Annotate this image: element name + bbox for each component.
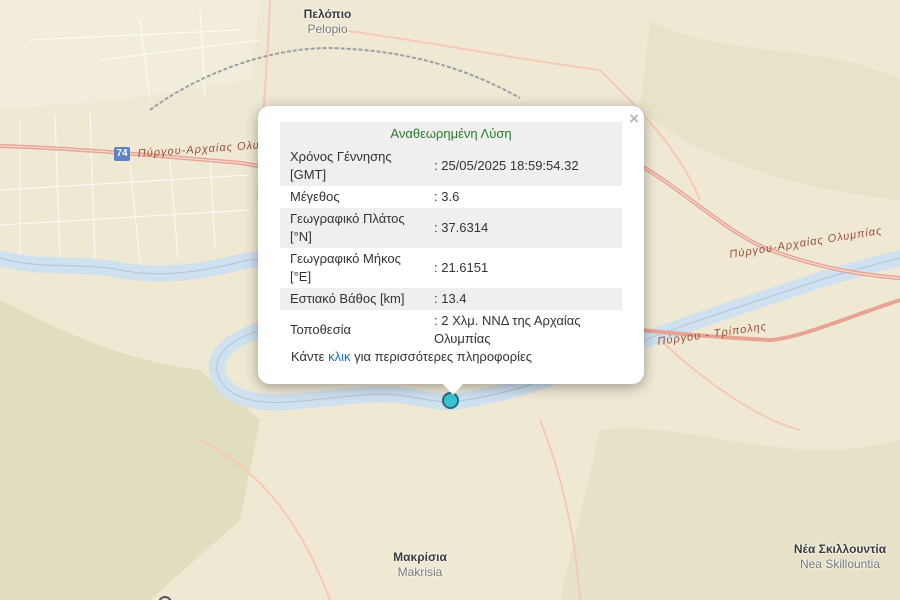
row-label: Τοποθεσία: [290, 322, 352, 337]
row-label: Εστιακό Βάθος [km]: [280, 288, 426, 310]
popup-tip: [443, 384, 463, 395]
popup-title: Αναθεωρημένη Λύση: [280, 122, 622, 146]
place-makrisia: Μακρίσια Makrisia: [380, 550, 460, 580]
popup-info-table: Αναθεωρημένη Λύση Χρόνος Γέννησης [GMT] …: [280, 122, 622, 350]
place-nea-skillountia: Νέα Σκιλλουντία Nea Skillountia: [780, 542, 900, 572]
earthquake-info-popup: × Αναθεωρημένη Λύση Χρόνος Γέννησης [GMT…: [258, 106, 644, 395]
table-row: Χρόνος Γέννησης [GMT] : 25/05/2025 18:59…: [280, 146, 622, 186]
more-info-prefix: Κάντε: [291, 349, 329, 364]
row-value: : 25/05/2025 18:59:54.32: [426, 146, 622, 186]
more-info-text: Κάντε κλικ για περισσότερες πληροφορίες: [291, 349, 532, 364]
route-74-shield: 74: [114, 147, 130, 161]
map-view[interactable]: Πύργου-Αρχαίας Ολυ Πύργου-Αρχαίας Ολυμπί…: [0, 0, 900, 600]
close-icon[interactable]: ×: [629, 110, 639, 128]
place-pelopio: Πελόπιο Pelopio: [295, 7, 360, 37]
row-value: : 37.6314: [426, 208, 622, 248]
place-name-gr: Μακρίσια: [393, 550, 447, 564]
place-name-lat: Nea Skillountia: [799, 557, 881, 571]
table-row: Εστιακό Βάθος [km] : 13.4: [280, 288, 622, 310]
row-value: : 21.6151: [434, 260, 489, 275]
more-info-link[interactable]: κλικ: [328, 349, 350, 364]
table-row: Τοποθεσία : 2 Χλμ. ΝΝΔ της Αρχαίας Ολυμπ…: [280, 310, 622, 350]
table-row: Γεωγραφικό Πλάτος [°N] : 37.6314: [280, 208, 622, 248]
place-name-lat: Makrisia: [397, 565, 443, 579]
more-info-suffix: για περισσότερες πληροφορίες: [350, 349, 533, 364]
row-label: Γεωγραφικό Πλάτος [°N]: [280, 208, 426, 248]
row-label: Χρόνος Γέννησης [GMT]: [280, 146, 426, 186]
place-name-gr: Νέα Σκιλλουντία: [793, 542, 887, 556]
table-row: Γεωγραφικό Μήκος [°E] : 21.6151: [280, 248, 622, 288]
row-value: : 3.6: [434, 189, 460, 204]
place-name-gr: Πελόπιο: [303, 7, 352, 21]
place-name-lat: Pelopio: [307, 22, 348, 36]
row-value: : 13.4: [426, 288, 622, 310]
table-row: Μέγεθος : 3.6: [280, 186, 622, 208]
row-label: Μέγεθος: [290, 189, 340, 204]
row-value: : 2 Χλμ. ΝΝΔ της Αρχαίας Ολυμπίας: [434, 313, 581, 346]
row-label: Γεωγραφικό Μήκος [°E]: [290, 251, 401, 284]
